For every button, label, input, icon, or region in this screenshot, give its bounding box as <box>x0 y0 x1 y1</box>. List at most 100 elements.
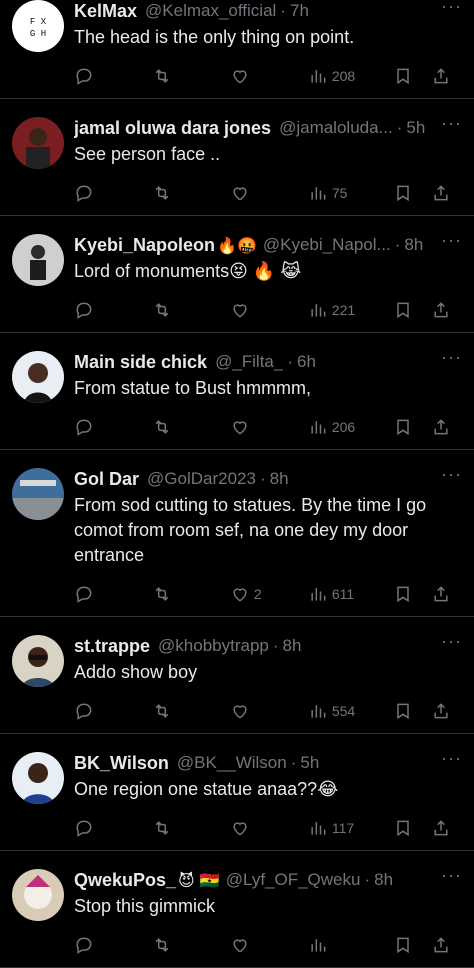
more-icon[interactable]: ··· <box>441 631 462 652</box>
share-button[interactable] <box>431 584 460 604</box>
bookmark-button[interactable] <box>393 300 431 320</box>
display-name[interactable]: Gol Dar <box>74 469 139 490</box>
user-handle[interactable]: @_Filta_ <box>215 352 283 372</box>
tweet[interactable]: ··· jamal oluwa dara jones @jamaloluda..… <box>0 99 474 216</box>
like-button[interactable] <box>230 66 308 86</box>
display-name[interactable]: KelMax <box>74 1 137 22</box>
display-name[interactable]: BK_Wilson <box>74 753 169 774</box>
bookmark-button[interactable] <box>393 417 431 437</box>
like-button[interactable]: 2 <box>230 584 308 604</box>
like-button[interactable] <box>230 300 308 320</box>
user-handle[interactable]: @jamaloluda... <box>279 118 393 138</box>
share-button[interactable] <box>431 66 460 86</box>
timestamp[interactable]: 8h <box>374 870 393 890</box>
views-button[interactable]: 117 <box>308 818 394 838</box>
tweet-header: Gol Dar @GolDar2023 · 8h <box>74 468 460 490</box>
user-handle[interactable]: @khobbytrapp <box>158 636 269 656</box>
reply-button[interactable] <box>74 183 152 203</box>
retweet-button[interactable] <box>152 66 230 86</box>
bookmark-button[interactable] <box>393 935 431 955</box>
share-button[interactable] <box>431 300 460 320</box>
timestamp[interactable]: 5h <box>406 118 425 138</box>
tweet[interactable]: ··· Kyebi_Napoleon 🔥🤬 @Kyebi_Napol... · … <box>0 216 474 333</box>
retweet-button[interactable] <box>152 183 230 203</box>
avatar[interactable] <box>12 468 64 520</box>
avatar[interactable] <box>12 234 64 286</box>
tweet[interactable]: ··· Gol Dar @GolDar2023 · 8h From sod cu… <box>0 450 474 617</box>
views-button[interactable]: 206 <box>308 417 394 437</box>
views-button[interactable]: 208 <box>308 66 394 86</box>
share-button-icon <box>434 703 449 719</box>
views-button[interactable]: 611 <box>308 584 394 604</box>
timestamp[interactable]: 8h <box>404 235 423 255</box>
like-button[interactable] <box>230 183 308 203</box>
bookmark-button[interactable] <box>393 183 431 203</box>
avatar[interactable]: F X G H <box>12 0 64 52</box>
reply-button[interactable] <box>74 66 152 86</box>
tweet[interactable]: ··· st.trappe @khobbytrapp · 8h Addo sho… <box>0 617 474 734</box>
timestamp[interactable]: 8h <box>283 636 302 656</box>
bookmark-button[interactable] <box>393 66 431 86</box>
more-icon[interactable]: ··· <box>441 748 462 769</box>
share-button[interactable] <box>431 183 460 203</box>
reply-button[interactable] <box>74 935 152 955</box>
more-icon[interactable]: ··· <box>441 0 462 17</box>
views-button-count: 611 <box>331 586 355 602</box>
tweet[interactable]: ··· BK_Wilson @BK__Wilson · 5h One regio… <box>0 734 474 851</box>
avatar[interactable] <box>12 635 64 687</box>
more-icon[interactable]: ··· <box>441 230 462 251</box>
share-button[interactable] <box>431 701 460 721</box>
like-button[interactable] <box>230 818 308 838</box>
views-button[interactable] <box>308 935 394 955</box>
reply-button[interactable] <box>74 417 152 437</box>
retweet-button[interactable] <box>152 584 230 604</box>
share-button[interactable] <box>431 818 460 838</box>
like-button[interactable] <box>230 701 308 721</box>
more-icon[interactable]: ··· <box>441 113 462 134</box>
display-name[interactable]: Main side chick <box>74 352 207 373</box>
avatar[interactable] <box>12 869 64 921</box>
display-name[interactable]: QwekuPos_ <box>74 870 176 891</box>
user-handle[interactable]: @GolDar2023 <box>147 469 256 489</box>
timestamp[interactable]: 8h <box>270 469 289 489</box>
views-button[interactable]: 554 <box>308 701 394 721</box>
like-button[interactable] <box>230 935 308 955</box>
reply-button[interactable] <box>74 584 152 604</box>
retweet-button[interactable] <box>152 701 230 721</box>
tweet[interactable]: ··· QwekuPos_ 😈 🇬🇭 @Lyf_OF_Qweku · 8h St… <box>0 851 474 968</box>
more-icon[interactable]: ··· <box>441 865 462 886</box>
retweet-button[interactable] <box>152 300 230 320</box>
bookmark-button[interactable] <box>393 584 431 604</box>
more-icon[interactable]: ··· <box>441 347 462 368</box>
retweet-button-icon <box>155 938 169 952</box>
reply-button[interactable] <box>74 701 152 721</box>
user-handle[interactable]: @Kyebi_Napol... <box>263 235 391 255</box>
reply-button[interactable] <box>74 300 152 320</box>
timestamp[interactable]: 6h <box>297 352 316 372</box>
retweet-button[interactable] <box>152 818 230 838</box>
share-button[interactable] <box>431 417 460 437</box>
user-handle[interactable]: @Lyf_OF_Qweku <box>226 870 361 890</box>
bookmark-button[interactable] <box>393 701 431 721</box>
display-name[interactable]: jamal oluwa dara jones <box>74 118 271 139</box>
retweet-button[interactable] <box>152 417 230 437</box>
timestamp[interactable]: 7h <box>290 1 309 21</box>
display-name[interactable]: Kyebi_Napoleon <box>74 235 215 256</box>
tweet[interactable]: ··· Main side chick @_Filta_ · 6h From s… <box>0 333 474 450</box>
views-button[interactable]: 75 <box>308 183 394 203</box>
more-icon[interactable]: ··· <box>441 464 462 485</box>
reply-button[interactable] <box>74 818 152 838</box>
avatar[interactable] <box>12 117 64 169</box>
user-handle[interactable]: @Kelmax_official <box>145 1 276 21</box>
user-handle[interactable]: @BK__Wilson <box>177 753 287 773</box>
timestamp[interactable]: 5h <box>300 753 319 773</box>
views-button[interactable]: 221 <box>308 300 394 320</box>
avatar[interactable] <box>12 351 64 403</box>
tweet[interactable]: F XG H ··· KelMax @Kelmax_official · 7h … <box>0 0 474 99</box>
bookmark-button[interactable] <box>393 818 431 838</box>
share-button[interactable] <box>431 935 460 955</box>
display-name[interactable]: st.trappe <box>74 636 150 657</box>
like-button[interactable] <box>230 417 308 437</box>
avatar[interactable] <box>12 752 64 804</box>
retweet-button[interactable] <box>152 935 230 955</box>
